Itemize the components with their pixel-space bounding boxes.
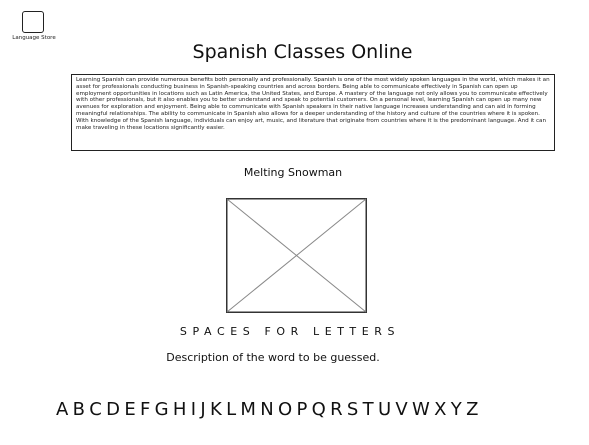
intro-box: Learning Spanish can provide numerous be… [71,74,555,151]
alphabet-keyboard: ABCDEFGHIJKLMNOPQRSTUVWXYZ [56,398,478,422]
intro-paragraph: Learning Spanish can provide numerous be… [76,77,550,131]
letter-button-a[interactable]: A [56,398,68,422]
letter-button-o[interactable]: O [278,398,292,422]
image-caption: Melting Snowman [243,166,343,179]
word-description: Description of the word to be guessed. [166,351,380,364]
letter-button-e[interactable]: E [124,398,135,422]
letter-button-x[interactable]: X [434,398,446,422]
letter-button-c[interactable]: C [89,398,102,422]
letter-button-t[interactable]: T [363,398,374,422]
letter-button-f[interactable]: F [140,398,150,422]
letter-button-n[interactable]: N [260,398,273,422]
page-title: Spanish Classes Online [192,41,413,63]
logo-icon[interactable] [22,11,44,33]
letter-button-b[interactable]: B [73,398,85,422]
letter-button-g[interactable]: G [155,398,169,422]
letter-spaces: SPACES FOR LETTERS [179,325,401,338]
letter-button-k[interactable]: K [210,398,222,422]
page: Language Store Spanish Classes Online Le… [0,0,589,445]
letter-button-s[interactable]: S [347,398,358,422]
snowman-image-placeholder [226,198,367,313]
letter-button-y[interactable]: Y [451,398,462,422]
letter-button-u[interactable]: U [378,398,391,422]
letter-button-j[interactable]: J [200,398,205,422]
letter-button-i[interactable]: I [191,398,196,422]
letter-button-z[interactable]: Z [466,398,478,422]
letter-button-r[interactable]: R [330,398,343,422]
letter-button-p[interactable]: P [296,398,307,422]
letter-button-d[interactable]: D [106,398,120,422]
letter-button-l[interactable]: L [226,398,236,422]
image-placeholder-icon [226,198,367,313]
letter-button-v[interactable]: V [395,398,407,422]
letter-button-w[interactable]: W [412,398,430,422]
letter-button-m[interactable]: M [240,398,256,422]
letter-button-h[interactable]: H [173,398,187,422]
letter-button-q[interactable]: Q [312,398,326,422]
